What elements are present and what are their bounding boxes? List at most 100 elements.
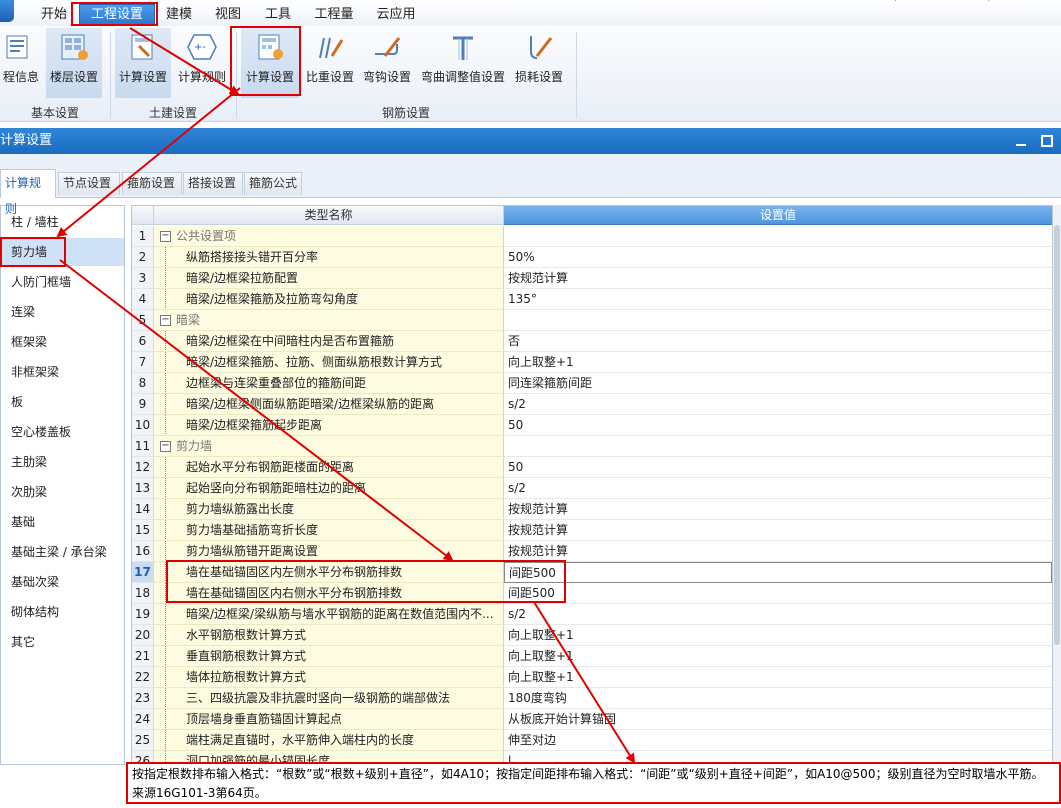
table-row[interactable]: 1− 公共设置项 [132, 226, 1052, 247]
list-item[interactable]: 板 [1, 388, 124, 416]
table-row[interactable]: 19 暗梁/边框梁/梁纵筋与墙水平钢筋的距离在数值范围内不... s/2 [132, 604, 1052, 625]
setting-value-cell[interactable]: 向上取整+1 [504, 667, 1052, 688]
setting-value-cell[interactable]: 按规范计算 [504, 268, 1052, 289]
tree-line [165, 646, 166, 666]
setting-value-cell[interactable]: 180度弯钩 [504, 688, 1052, 709]
civil-calc-settings-button[interactable]: 计算设置 [115, 28, 171, 98]
table-row[interactable]: 15 剪力墙基础插筋弯折长度 按规范计算 [132, 520, 1052, 541]
bend-adjust-button[interactable]: 弯曲调整值设置 [418, 28, 508, 98]
list-item[interactable]: 非框架梁 [1, 358, 124, 386]
tab-node-settings[interactable]: 节点设置 [58, 172, 120, 195]
list-item[interactable]: 框架梁 [1, 328, 124, 356]
table-row[interactable]: 5− 暗梁 [132, 310, 1052, 331]
list-item[interactable]: 主肋梁 [1, 448, 124, 476]
type-name-cell: 墙在基础锚固区内右侧水平分布钢筋排数 [154, 583, 504, 604]
table-row[interactable]: 7 暗梁/边框梁箍筋、拉筋、侧面纵筋根数计算方式 向上取整+1 [132, 352, 1052, 373]
menu-modeling[interactable]: 建模 [160, 5, 198, 25]
setting-value-cell[interactable]: 否 [504, 331, 1052, 352]
list-item[interactable]: 砌体结构 [1, 598, 124, 626]
tree-line [165, 520, 166, 540]
tab-calc-rules[interactable]: 计算规则 [0, 169, 56, 216]
setting-value-cell[interactable]: 按规范计算 [504, 499, 1052, 520]
list-item[interactable]: 基础次梁 [1, 568, 124, 596]
collapse-toggle-icon[interactable]: − [160, 441, 171, 452]
table-row[interactable]: 10 暗梁/边框梁箍筋起步距离 50 [132, 415, 1052, 436]
table-row[interactable]: 20 水平钢筋根数计算方式 向上取整+1 [132, 625, 1052, 646]
setting-value-cell[interactable] [504, 310, 1052, 331]
list-item[interactable]: 次肋梁 [1, 478, 124, 506]
list-item[interactable]: 空心楼盖板 [1, 418, 124, 446]
setting-value-cell[interactable] [504, 226, 1052, 247]
setting-value-cell[interactable]: 50 [504, 457, 1052, 478]
setting-value-cell[interactable]: 向上取整+1 [504, 625, 1052, 646]
table-row[interactable]: 21 垂直钢筋根数计算方式 向上取整+1 [132, 646, 1052, 667]
menu-cloud[interactable]: 云应用 [370, 5, 422, 25]
setting-value-cell[interactable]: 50 [504, 415, 1052, 436]
list-item[interactable]: 人防门框墙 [1, 268, 124, 296]
table-row[interactable]: 3 暗梁/边框梁拉筋配置 按规范计算 [132, 268, 1052, 289]
collapse-toggle-icon[interactable]: − [160, 231, 171, 242]
list-item[interactable]: 其它 [1, 628, 124, 656]
setting-value-cell[interactable]: 同连梁箍筋间距 [504, 373, 1052, 394]
setting-value-cell[interactable]: 从板底开始计算锚固 [504, 709, 1052, 730]
rebar-calc-settings-button[interactable]: 计算设置 [241, 28, 299, 98]
menu-project-settings[interactable]: 工程设置 [79, 4, 155, 26]
floor-settings-button[interactable]: 楼层设置 [46, 28, 102, 98]
table-row[interactable]: 24 顶层墙身垂直筋锚固计算起点 从板底开始计算锚固 [132, 709, 1052, 730]
setting-value-cell[interactable]: 向上取整+1 [504, 646, 1052, 667]
table-row[interactable]: 6 暗梁/边框梁在中间暗柱内是否布置箍筋 否 [132, 331, 1052, 352]
list-item[interactable]: 连梁 [1, 298, 124, 326]
density-settings-button[interactable]: 比重设置 [302, 28, 358, 98]
type-name-cell: 水平钢筋根数计算方式 [154, 625, 504, 646]
header-type-name: 类型名称 [154, 206, 504, 225]
table-row[interactable]: 12 起始水平分布钢筋距楼面的距离 50 [132, 457, 1052, 478]
setting-value-cell[interactable]: 伸至对边 [504, 730, 1052, 751]
setting-value-cell[interactable]: s/2 [504, 604, 1052, 625]
project-info-button[interactable]: 程信息 [0, 28, 42, 98]
hook-settings-button[interactable]: 弯钩设置 [358, 28, 416, 98]
table-row[interactable]: 11− 剪力墙 [132, 436, 1052, 457]
tab-stirrup-formula[interactable]: 箍筋公式 [244, 172, 302, 195]
setting-value-cell[interactable]: 50% [504, 247, 1052, 268]
menu-view[interactable]: 视图 [208, 5, 248, 25]
setting-value-cell[interactable]: 按规范计算 [504, 520, 1052, 541]
list-item[interactable]: 基础主梁 / 承台梁 [1, 538, 124, 566]
setting-value-cell[interactable]: 按规范计算 [504, 541, 1052, 562]
collapse-toggle-icon[interactable]: − [160, 315, 171, 326]
minimize-icon[interactable] [1014, 134, 1028, 148]
setting-value-cell[interactable]: s/2 [504, 478, 1052, 499]
menu-quantities[interactable]: 工程量 [308, 5, 360, 25]
scrollbar-thumb[interactable] [1054, 225, 1060, 645]
type-name-cell: 起始水平分布钢筋距楼面的距离 [154, 457, 504, 478]
loss-settings-button[interactable]: 损耗设置 [510, 28, 568, 98]
menu-start[interactable]: 开始 [34, 5, 74, 25]
calc-rules-button[interactable]: +- 计算规则 [174, 28, 230, 98]
maximize-icon[interactable] [1040, 134, 1054, 148]
table-row[interactable]: 16 剪力墙纵筋错开距离设置 按规范计算 [132, 541, 1052, 562]
row-number: 10 [132, 415, 154, 436]
table-row[interactable]: 18 墙在基础锚固区内右侧水平分布钢筋排数 间距500 [132, 583, 1052, 604]
setting-value-cell[interactable]: 135° [504, 289, 1052, 310]
table-row[interactable]: 4 暗梁/边框梁箍筋及拉筋弯勾角度 135° [132, 289, 1052, 310]
vertical-scrollbar[interactable] [1053, 205, 1061, 765]
menu-tools[interactable]: 工具 [258, 5, 298, 25]
setting-value-cell[interactable]: s/2 [504, 394, 1052, 415]
table-row[interactable]: 17 墙在基础锚固区内左侧水平分布钢筋排数 间距500 [132, 562, 1052, 583]
table-row[interactable]: 14 剪力墙纵筋露出长度 按规范计算 [132, 499, 1052, 520]
tab-lap-settings[interactable]: 搭接设置 [183, 172, 243, 195]
table-row[interactable]: 25 端柱满足直锚时，水平筋伸入端柱内的长度 伸至对边 [132, 730, 1052, 751]
tab-stirrup-settings[interactable]: 箍筋设置 [122, 172, 182, 195]
table-row[interactable]: 8 边框梁与连梁重叠部位的箍筋间距 同连梁箍筋间距 [132, 373, 1052, 394]
table-row[interactable]: 13 起始竖向分布钢筋距暗柱边的距离 s/2 [132, 478, 1052, 499]
setting-value-cell[interactable] [504, 436, 1052, 457]
setting-value-cell[interactable]: 间距500 [504, 562, 1052, 583]
list-item[interactable]: 基础 [1, 508, 124, 536]
table-row[interactable]: 9 暗梁/边框梁侧面纵筋距暗梁/边框梁纵筋的距离 s/2 [132, 394, 1052, 415]
table-row[interactable]: 22 墙体拉筋根数计算方式 向上取整+1 [132, 667, 1052, 688]
setting-value-cell[interactable]: 间距500 [504, 583, 1052, 604]
table-row[interactable]: 23 三、四级抗震及非抗震时竖向一级钢筋的端部做法 180度弯钩 [132, 688, 1052, 709]
setting-value-cell[interactable]: 向上取整+1 [504, 352, 1052, 373]
table-row[interactable]: 2 纵筋搭接接头错开百分率 50% [132, 247, 1052, 268]
list-item[interactable]: 柱 / 墙柱 [1, 208, 124, 236]
list-item[interactable]: 剪力墙 [1, 238, 124, 266]
